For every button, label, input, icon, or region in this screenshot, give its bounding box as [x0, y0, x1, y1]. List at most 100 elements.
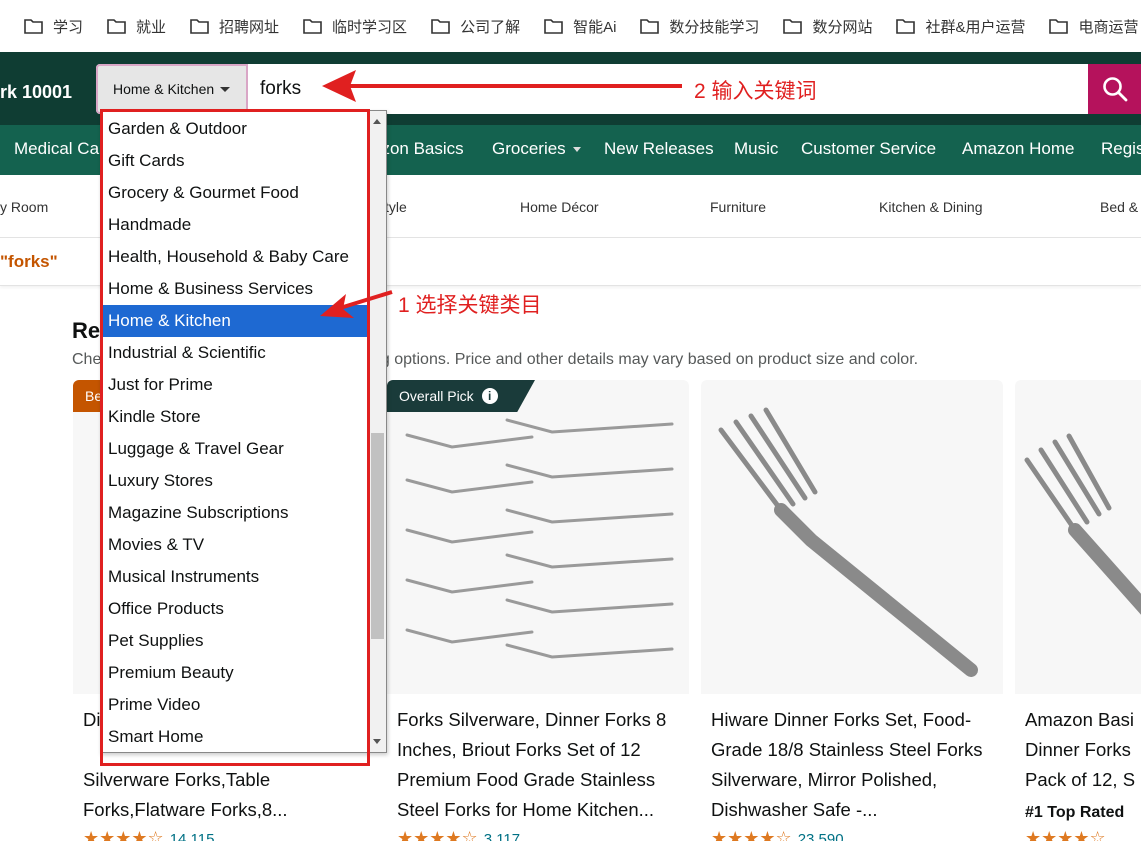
bookmark-label: 招聘网址: [219, 18, 280, 36]
bookmark-folder[interactable]: 数分技能学习: [640, 16, 759, 37]
nav-item-amazon-home[interactable]: Amazon Home: [962, 139, 1074, 159]
folder-icon: [1049, 18, 1069, 34]
fork-image: [718, 407, 978, 677]
category-option[interactable]: Movies & TV: [102, 529, 370, 561]
rating-count[interactable]: 14,115: [170, 831, 215, 841]
category-select-label: Home & Kitchen: [113, 81, 215, 97]
category-option[interactable]: Health, Household & Baby Care: [102, 241, 370, 273]
category-option[interactable]: Luggage & Travel Gear: [102, 433, 370, 465]
category-option[interactable]: Garden & Outdoor: [102, 113, 370, 145]
category-option[interactable]: Magazine Subscriptions: [102, 497, 370, 529]
product-image[interactable]: [387, 380, 689, 694]
category-option[interactable]: Industrial & Scientific: [102, 337, 370, 369]
search-input[interactable]: [248, 64, 1084, 114]
nav-item-customer-service[interactable]: Customer Service: [801, 139, 936, 159]
category-dropdown[interactable]: Garden & Outdoor Gift Cards Grocery & Gour…: [100, 110, 387, 753]
bookmark-label: 学习: [53, 18, 84, 36]
rating-count[interactable]: 23,590: [798, 831, 844, 841]
category-option[interactable]: Home & Kitchen: [102, 305, 370, 337]
bookmark-folder[interactable]: 智能Ai: [544, 16, 616, 37]
product-title[interactable]: Hiware Dinner Forks Set, Food-Grade 18/8…: [711, 705, 1001, 825]
nav-item-registry[interactable]: Regis: [1101, 139, 1141, 159]
fork-image: [1024, 433, 1141, 615]
category-option[interactable]: Premium Beauty: [102, 657, 370, 689]
bookmark-label: 临时学习区: [332, 18, 408, 36]
subnav-item-home-decor[interactable]: Home Décor: [520, 199, 599, 215]
subnav-item-room[interactable]: y Room: [0, 199, 48, 215]
category-option[interactable]: Smart Home: [102, 721, 370, 753]
category-option[interactable]: Home & Business Services: [102, 273, 370, 305]
product-card[interactable]: Amazon Basi Dinner Forks Pack of 12, S #…: [1015, 380, 1141, 841]
dropdown-scrollbar[interactable]: [369, 111, 386, 752]
folder-icon: [431, 18, 450, 34]
bookmarks-bar: 学习 就业 招聘网址 临时学习区 公司了解 智能Ai 数分技能学习 数分网站 社…: [0, 0, 1141, 52]
bookmark-folder[interactable]: 临时学习区: [303, 16, 407, 37]
bookmark-label: 数分网站: [812, 18, 873, 36]
category-option[interactable]: Office Products: [102, 593, 370, 625]
section-subtitle: Che: [72, 351, 102, 368]
bookmark-folder[interactable]: 公司了解: [431, 16, 520, 37]
rating-stars[interactable]: ★★★★☆ 3,117: [397, 828, 520, 841]
product-title[interactable]: Amazon Basi Dinner Forks Pack of 12, S: [1025, 705, 1141, 795]
search-button[interactable]: [1088, 64, 1141, 114]
delivery-location[interactable]: rk 10001: [0, 82, 72, 103]
results-query: "forks": [0, 252, 58, 271]
annotation-step-1: 1 选择关键类目: [398, 294, 542, 317]
product-card[interactable]: Hiware Dinner Forks Set, Food-Grade 18/8…: [701, 380, 1003, 841]
subnav-item-kitchen-dining[interactable]: Kitchen & Dining: [879, 199, 983, 215]
caret-down-icon: [572, 147, 581, 153]
scroll-up-arrow-icon[interactable]: [373, 119, 381, 124]
product-image[interactable]: [701, 380, 1003, 694]
scroll-thumb[interactable]: [371, 433, 384, 639]
folder-icon: [24, 18, 43, 34]
bookmark-folder[interactable]: 学习: [24, 16, 83, 37]
category-option[interactable]: Prime Video: [102, 689, 370, 721]
product-image[interactable]: [1015, 380, 1141, 694]
category-option[interactable]: Grocery & Gourmet Food: [102, 177, 370, 209]
section-title: Re: [72, 318, 101, 343]
overall-pick-label: Overall Pick: [399, 388, 474, 404]
category-option[interactable]: Pet Supplies: [102, 625, 370, 657]
nav-item-new-releases[interactable]: New Releases: [604, 139, 714, 159]
category-option[interactable]: Musical Instruments: [102, 561, 370, 593]
nav-item-groceries[interactable]: Groceries: [492, 139, 581, 159]
search-bar: Home & Kitchen: [96, 64, 1141, 114]
nav-item-music[interactable]: Music: [734, 139, 778, 159]
search-icon: [1102, 77, 1127, 102]
bookmark-folder[interactable]: 社群&用户运营: [896, 16, 1025, 37]
rating-stars[interactable]: ★★★★☆ 23,590: [711, 828, 844, 841]
bookmark-label: 社群&用户运营: [925, 18, 1026, 36]
category-option[interactable]: Gift Cards: [102, 145, 370, 177]
product-card[interactable]: Overall Pick i Forks Silverware, Dinner …: [387, 380, 689, 841]
bookmark-label: 就业: [136, 18, 167, 36]
scroll-down-arrow-icon[interactable]: [373, 739, 381, 744]
forks-set-image: [405, 418, 674, 659]
nav-item-medical-care[interactable]: Medical Ca: [14, 139, 99, 159]
info-icon[interactable]: i: [481, 388, 498, 404]
subnav-item-style[interactable]: tyle: [385, 199, 407, 215]
top-rated-badge: #1 Top Rated: [1025, 804, 1125, 821]
rating-count[interactable]: 3,117: [484, 831, 520, 841]
category-option[interactable]: Just for Prime: [102, 369, 370, 401]
bookmark-folder[interactable]: 招聘网址: [190, 16, 279, 37]
overall-pick-badge: Overall Pick i: [387, 380, 535, 412]
category-select[interactable]: Home & Kitchen: [96, 64, 248, 114]
folder-icon: [107, 18, 126, 34]
folder-icon: [783, 18, 803, 34]
section-subtitle-continued: ng options. Price and other details may …: [372, 351, 919, 368]
bookmark-folder[interactable]: 就业: [107, 16, 166, 37]
subnav-item-bed[interactable]: Bed &: [1100, 199, 1138, 215]
rating-stars[interactable]: ★★★★☆: [1025, 828, 1106, 841]
folder-icon: [640, 18, 660, 34]
folder-icon: [190, 18, 209, 34]
category-option-list: Garden & Outdoor Gift Cards Grocery & Gour…: [102, 113, 370, 753]
subnav-item-furniture[interactable]: Furniture: [710, 199, 766, 215]
bookmark-folder[interactable]: 电商运营: [1049, 16, 1138, 37]
category-option[interactable]: Kindle Store: [102, 401, 370, 433]
bookmark-folder[interactable]: 数分网站: [783, 16, 872, 37]
product-title[interactable]: Forks Silverware, Dinner Forks 8 Inches,…: [397, 705, 687, 825]
category-option[interactable]: Luxury Stores: [102, 465, 370, 497]
category-option[interactable]: Handmade: [102, 209, 370, 241]
rating-stars[interactable]: ★★★★☆ 14,115: [83, 828, 214, 841]
caret-down-icon: [220, 86, 231, 92]
